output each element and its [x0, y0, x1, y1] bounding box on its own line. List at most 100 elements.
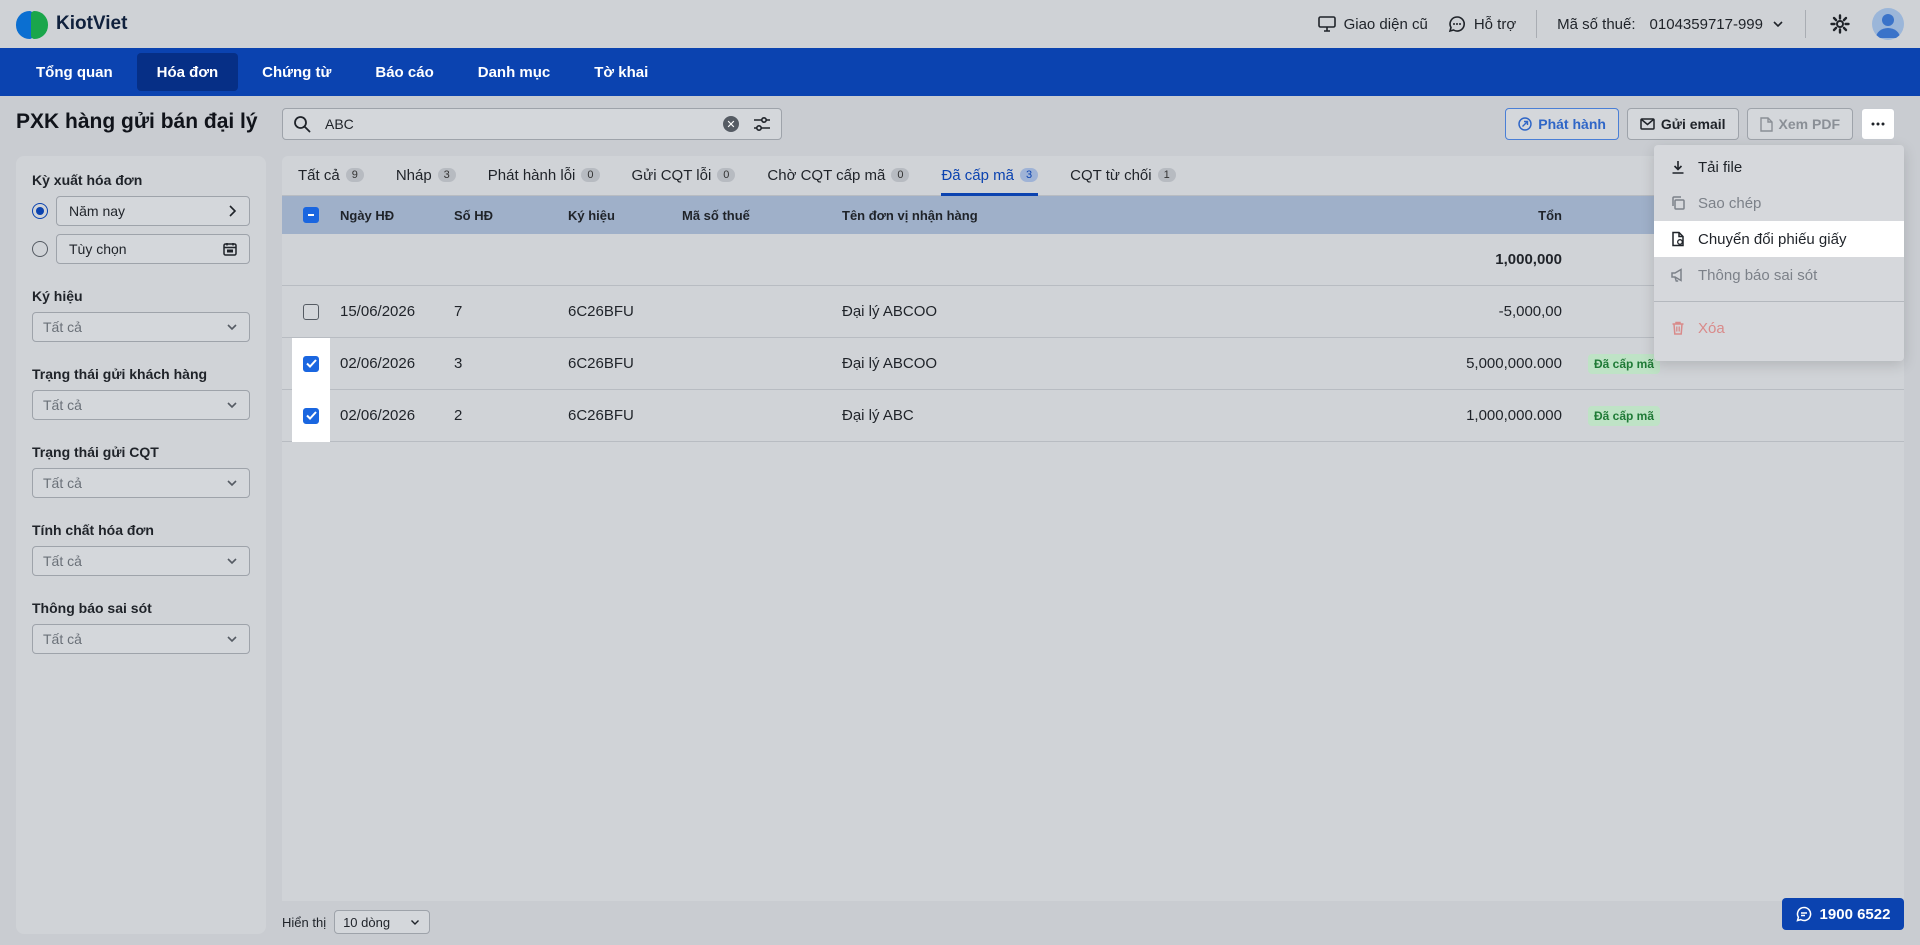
cell-recipient: Đại lý ABCOO: [842, 303, 938, 320]
period-option-year[interactable]: Năm nay: [32, 196, 250, 226]
menu-delete[interactable]: Xóa: [1654, 310, 1904, 346]
radio-unselected[interactable]: [32, 241, 48, 257]
nav-bao-cao[interactable]: Báo cáo: [355, 53, 453, 91]
download-icon: [1672, 161, 1684, 174]
tab-count: 0: [581, 168, 600, 182]
col-recipient[interactable]: Tên đơn vị nhận hàng: [842, 208, 1362, 223]
support-link[interactable]: Hỗ trợ: [1448, 15, 1516, 33]
chat-icon: [1795, 906, 1811, 922]
tab-label: Tất cả: [298, 166, 340, 184]
col-date[interactable]: Ngày HĐ: [340, 208, 454, 223]
col-number[interactable]: Số HĐ: [454, 208, 568, 223]
table-row[interactable]: 02/06/2026 2 6C26BFU Đại lý ABC 1,000,00…: [282, 389, 1904, 442]
gear-icon[interactable]: [1830, 14, 1850, 34]
customer-status-value: Tất cả: [43, 397, 82, 413]
check-icon: [305, 411, 317, 420]
brand-name: KiotViet: [56, 13, 128, 34]
tab-coded[interactable]: Đã cấp mã 3: [941, 156, 1039, 196]
cqt-status-label: Trạng thái gửi CQT: [32, 444, 159, 460]
customer-status-select[interactable]: Tất cả: [32, 390, 250, 420]
send-email-label: Gửi email: [1660, 116, 1726, 132]
chevron-down-icon: [1773, 21, 1783, 28]
more-actions-button[interactable]: [1861, 108, 1895, 140]
support-label: Hỗ trợ: [1473, 15, 1517, 33]
nav-chung-tu[interactable]: Chứng từ: [242, 53, 351, 91]
error-notice-select[interactable]: Tất cả: [32, 624, 250, 654]
row-checkbox[interactable]: [303, 407, 319, 424]
page-size-value: 10 dòng: [343, 914, 391, 930]
cell-date: 02/06/2026: [340, 407, 416, 424]
user-avatar[interactable]: [1872, 8, 1904, 40]
menu-download[interactable]: Tải file: [1654, 149, 1904, 185]
nav-to-khai[interactable]: Tờ khai: [574, 53, 668, 91]
row-checkbox[interactable]: [303, 355, 319, 372]
col-total[interactable]: Tổn: [1362, 208, 1562, 223]
logo-mark-icon: [16, 9, 50, 39]
cell-number: 3: [454, 355, 463, 372]
check-icon: [305, 359, 317, 368]
menu-download-label: Tải file: [1698, 158, 1743, 176]
select-all-checkbox[interactable]: [303, 207, 319, 223]
symbol-select[interactable]: Tất cả: [32, 312, 250, 342]
pdf-file-icon: [1759, 116, 1773, 132]
tab-label: Gửi CQT lỗi: [631, 166, 712, 184]
nature-select[interactable]: Tất cả: [32, 546, 250, 576]
kiotviet-logo[interactable]: KiotViet: [16, 9, 127, 39]
search-bar[interactable]: ABC ✕: [282, 108, 782, 140]
col-tax-code[interactable]: Mã số thuế: [682, 208, 842, 223]
cell-symbol: 6C26BFU: [568, 303, 634, 320]
period-custom-box[interactable]: Tùy chọn: [56, 234, 250, 264]
menu-copy-label: Sao chép: [1698, 194, 1762, 212]
view-pdf-button[interactable]: Xem PDF: [1746, 108, 1853, 140]
menu-convert-paper[interactable]: Chuyển đổi phiếu giấy: [1654, 221, 1904, 257]
publish-button[interactable]: Phát hành: [1505, 108, 1619, 140]
tab-awaiting-code[interactable]: Chờ CQT cấp mã 0: [767, 156, 910, 195]
clear-search-icon[interactable]: ✕: [723, 116, 739, 132]
nav-hoa-don[interactable]: Hóa đơn: [136, 53, 239, 91]
menu-error-notice[interactable]: Thông báo sai sót: [1654, 257, 1904, 293]
period-filter: Kỳ xuất hóa đơn Năm nay Tùy chọn: [32, 172, 250, 264]
checkbox-cell: [292, 337, 330, 390]
send-email-button[interactable]: Gửi email: [1626, 108, 1739, 140]
period-year-label: Năm nay: [69, 203, 126, 219]
menu-copy[interactable]: Sao chép: [1654, 185, 1904, 221]
cell-recipient: Đại lý ABC: [842, 407, 914, 424]
filter-settings-icon[interactable]: [753, 116, 771, 132]
cell-symbol: 6C26BFU: [568, 407, 634, 424]
chevron-down-icon: [227, 636, 237, 643]
radio-selected[interactable]: [32, 203, 48, 219]
tax-code-label: Mã số thuế:: [1557, 15, 1636, 33]
hotline-number: 1900 6522: [1819, 905, 1891, 923]
mail-icon: [1640, 118, 1655, 130]
row-checkbox[interactable]: [303, 303, 319, 320]
cell-date: 15/06/2026: [340, 303, 416, 320]
cqt-status-value: Tất cả: [43, 475, 82, 491]
tab-count: 3: [437, 168, 456, 182]
tab-publish-error[interactable]: Phát hành lỗi 0: [488, 156, 600, 195]
publish-icon: [1518, 117, 1532, 131]
tab-cqt-rejected[interactable]: CQT từ chối 1: [1070, 156, 1176, 195]
nav-tong-quan[interactable]: Tổng quan: [16, 53, 133, 91]
more-actions-menu: Tải file Sao chép Chuyển đổi phiếu giấy …: [1654, 145, 1904, 361]
search-input[interactable]: ABC: [325, 116, 723, 132]
tab-all[interactable]: Tất cả 9: [298, 156, 364, 195]
cqt-status-filter: Trạng thái gửi CQT Tất cả: [32, 444, 250, 498]
old-ui-label: Giao diện cũ: [1343, 15, 1428, 33]
old-ui-link[interactable]: Giao diện cũ: [1317, 15, 1428, 33]
period-year-box[interactable]: Năm nay: [56, 196, 250, 226]
hotline-button[interactable]: 1900 6522: [1782, 898, 1904, 930]
period-option-custom[interactable]: Tùy chọn: [32, 234, 250, 264]
cell-number: 7: [454, 303, 463, 320]
tax-code-selector[interactable]: Mã số thuế: 0104359717-999: [1557, 16, 1785, 33]
cqt-status-select[interactable]: Tất cả: [32, 468, 250, 498]
page-size-select[interactable]: 10 dòng: [334, 910, 431, 934]
tab-draft[interactable]: Nháp 3: [396, 156, 456, 195]
copy-icon: [1672, 196, 1685, 210]
symbol-label: Ký hiệu: [32, 288, 83, 304]
col-symbol[interactable]: Ký hiệu: [568, 208, 682, 223]
tab-cqt-send-error[interactable]: Gửi CQT lỗi 0: [632, 156, 736, 195]
tab-count: 0: [891, 168, 910, 182]
nav-danh-muc[interactable]: Danh mục: [458, 53, 571, 91]
page-title: PXK hàng gửi bán đại lý: [16, 110, 258, 133]
nature-label: Tính chất hóa đơn: [32, 522, 154, 538]
